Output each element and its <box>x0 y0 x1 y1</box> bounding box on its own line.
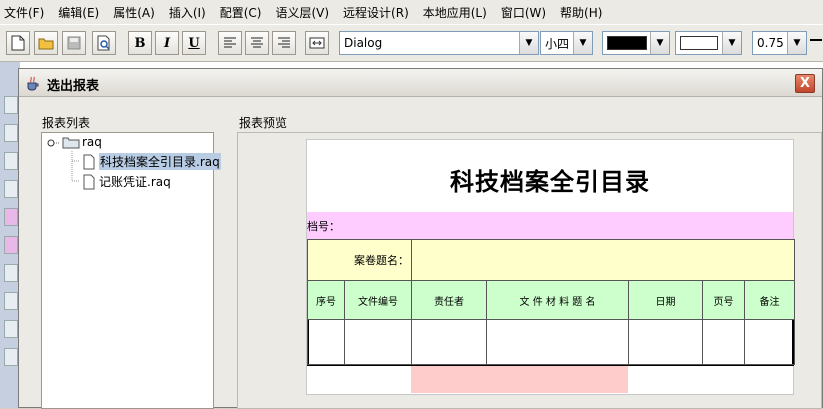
row-header <box>4 96 18 114</box>
row-header <box>4 236 18 254</box>
foreground-color-select[interactable]: ▼ <box>602 31 670 55</box>
preview-icon <box>97 35 110 51</box>
menu-insert[interactable]: 插入(I) <box>169 4 206 21</box>
volume-title-value <box>410 239 796 281</box>
menu-file[interactable]: 文件(F) <box>4 4 44 21</box>
merge-cells-icon <box>309 37 325 49</box>
doc-number-row: 档号： <box>307 212 793 239</box>
column-header: 责任者 <box>411 280 487 320</box>
folder-open-icon <box>38 38 54 50</box>
menu-window[interactable]: 窗口(W) <box>501 4 546 21</box>
report-list-label: 报表列表 <box>42 116 91 130</box>
chevron-down-icon[interactable]: ▼ <box>722 32 741 54</box>
folder-icon <box>62 137 80 149</box>
save-icon <box>67 36 81 50</box>
java-cup-icon <box>27 76 39 91</box>
fg-color-swatch <box>607 36 647 51</box>
tree-node-report-1[interactable]: 记账凭证.raq <box>82 173 171 190</box>
table-cell <box>628 319 703 365</box>
chevron-down-icon[interactable]: ▼ <box>650 32 669 54</box>
menu-bar: 文件(F) 编辑(E) 属性(A) 插入(I) 配置(C) 语义层(V) 远程设… <box>0 0 823 24</box>
align-center-button[interactable] <box>245 31 269 55</box>
menu-edit[interactable]: 编辑(E) <box>58 4 99 21</box>
report-title: 科技档案全引目录 <box>450 168 650 196</box>
font-size-select[interactable]: 小四 ▼ <box>540 31 593 55</box>
table-cell <box>307 319 345 365</box>
align-right-button[interactable] <box>272 31 296 55</box>
footer-highlight-cell <box>411 366 628 393</box>
new-file-icon <box>11 35 25 51</box>
open-button[interactable] <box>34 31 58 55</box>
table-cell <box>743 319 796 365</box>
tree-node-label-selected: 科技档案全引目录.raq <box>99 153 221 170</box>
table-cell <box>411 319 487 365</box>
align-left-icon <box>224 37 236 48</box>
italic-button[interactable]: I <box>155 31 179 55</box>
chevron-down-icon[interactable]: ▼ <box>787 32 806 54</box>
align-center-icon <box>251 37 263 48</box>
table-cell <box>486 319 629 365</box>
background-color-select[interactable]: ▼ <box>675 31 742 55</box>
column-header: 文 件 材 料 题 名 <box>486 280 629 320</box>
menu-remote-design[interactable]: 远程设计(R) <box>343 4 409 21</box>
menu-semantic-layer[interactable]: 语义层(V) <box>275 4 329 21</box>
menu-local-app[interactable]: 本地应用(L) <box>423 4 487 21</box>
volume-title-label: 案卷题名： <box>307 239 412 281</box>
row-header <box>4 320 18 338</box>
file-icon <box>83 154 95 169</box>
line-width-value: 0.75 <box>757 36 784 50</box>
align-left-button[interactable] <box>218 31 242 55</box>
table-cell <box>702 319 745 365</box>
doc-number-label: 档号： <box>307 220 340 233</box>
background-window-strip <box>0 62 20 408</box>
bg-color-swatch <box>680 36 718 51</box>
table-cell <box>344 319 412 365</box>
dialog-titlebar[interactable]: 选出报表 X <box>19 69 822 97</box>
report-sheet: 科技档案全引目录 档号： 案卷题名： 序号 文件编号 责任者 文 件 材 料 题… <box>306 139 796 395</box>
column-header: 日期 <box>628 280 703 320</box>
row-header <box>4 180 18 198</box>
toolbar: B I U Dialog ▼ 小四 ▼ ▼ ▼ 0.75 ▼ <box>0 24 823 62</box>
column-header: 备注 <box>743 280 796 320</box>
row-header <box>4 264 18 282</box>
save-button[interactable] <box>62 31 86 55</box>
row-header <box>4 208 18 226</box>
menu-help[interactable]: 帮助(H) <box>560 4 602 21</box>
row-header <box>4 292 18 310</box>
tree-node-label: raq <box>82 135 102 149</box>
row-header <box>4 348 18 366</box>
tree-node-root[interactable]: raq <box>62 135 102 149</box>
column-header: 文件编号 <box>344 280 412 320</box>
select-report-dialog: 选出报表 X 报表列表 报表预览 raq 科技档案全引目录.raq 记账凭证.r… <box>18 68 823 409</box>
font-name-value: Dialog <box>344 36 383 50</box>
close-button[interactable]: X <box>795 74 815 93</box>
menu-config[interactable]: 配置(C) <box>220 4 262 21</box>
font-name-select[interactable]: Dialog ▼ <box>339 31 539 55</box>
new-file-button[interactable] <box>6 31 30 55</box>
report-preview-label: 报表预览 <box>239 116 288 130</box>
column-header: 序号 <box>307 280 345 320</box>
row-header <box>4 152 18 170</box>
underline-button[interactable]: U <box>182 31 206 55</box>
menu-properties[interactable]: 属性(A) <box>113 4 155 21</box>
tree-node-report-0[interactable]: 科技档案全引目录.raq <box>82 153 221 170</box>
report-tree[interactable]: raq 科技档案全引目录.raq 记账凭证.raq <box>41 132 221 409</box>
bold-button[interactable]: B <box>128 31 152 55</box>
align-right-icon <box>278 37 290 48</box>
row-header <box>4 124 18 142</box>
report-preview-panel: 科技档案全引目录 档号： 案卷题名： 序号 文件编号 责任者 文 件 材 料 题… <box>237 132 822 409</box>
file-icon <box>83 174 95 189</box>
chevron-down-icon[interactable]: ▼ <box>519 32 538 54</box>
report-table: 案卷题名： 序号 文件编号 责任者 文 件 材 料 题 名 日期 页号 备注 <box>307 239 796 365</box>
chevron-down-icon[interactable]: ▼ <box>573 32 592 54</box>
font-size-value: 小四 <box>545 36 570 51</box>
merge-cells-button[interactable] <box>305 31 329 55</box>
column-header: 页号 <box>702 280 745 320</box>
line-width-select[interactable]: 0.75 ▼ <box>752 31 807 55</box>
print-preview-button[interactable] <box>92 31 116 55</box>
tree-node-label: 记账凭证.raq <box>99 175 171 189</box>
dialog-title: 选出报表 <box>47 79 100 94</box>
toolbar-overflow-icon[interactable] <box>810 39 822 41</box>
